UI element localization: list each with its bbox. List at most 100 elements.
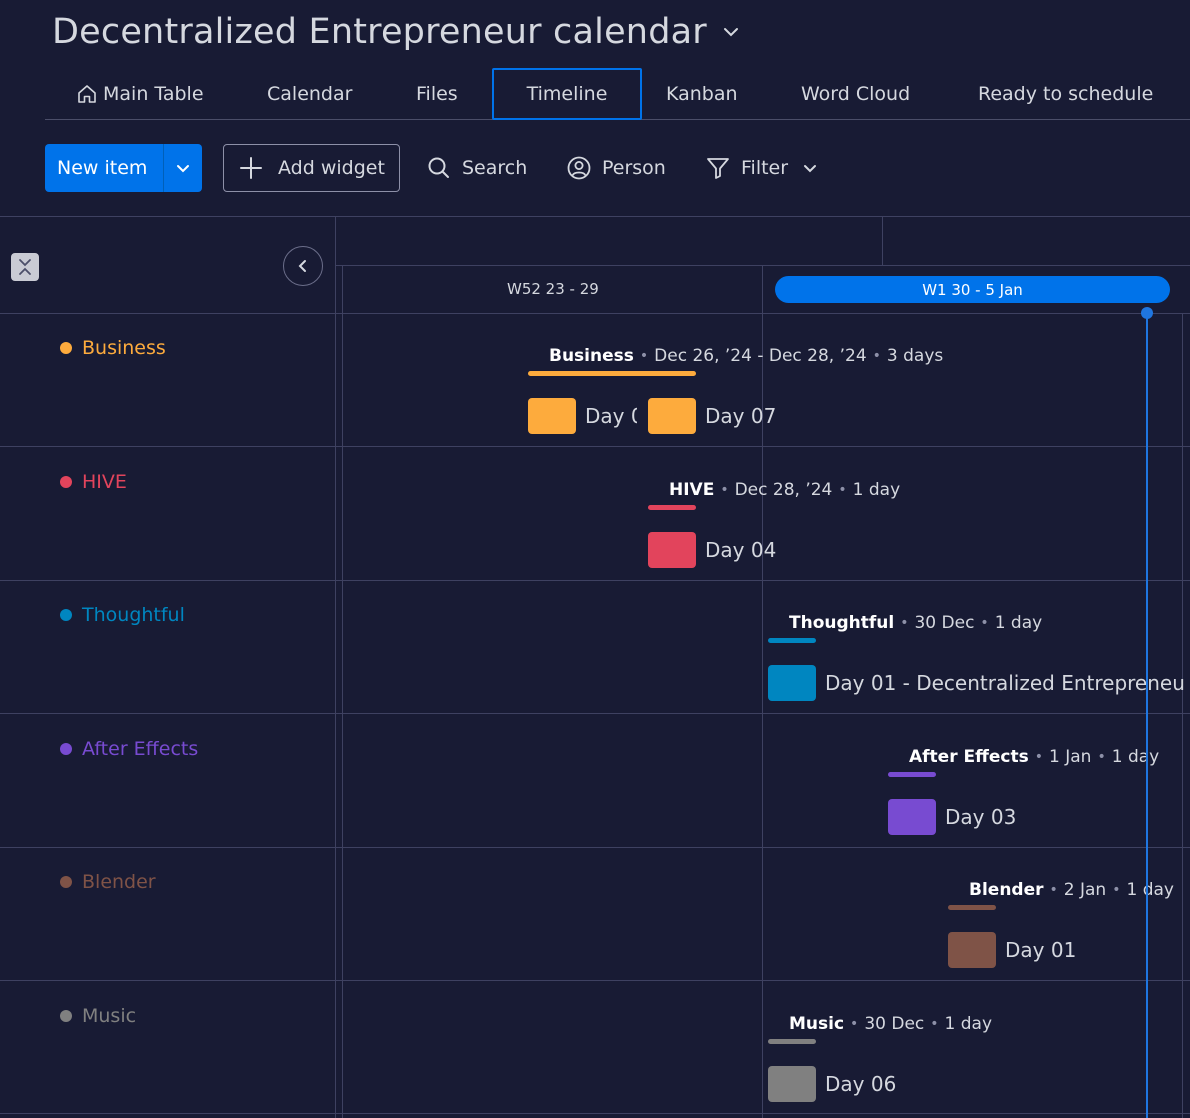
new-item-label: New item [57, 157, 148, 179]
summary-name: Thoughtful [789, 613, 895, 633]
divider [882, 216, 883, 265]
summary-name: HIVE [669, 480, 715, 500]
chevron-down-icon[interactable] [802, 160, 818, 176]
summary-duration: 1 day [1126, 880, 1174, 900]
person-filter-button[interactable]: Person [566, 144, 666, 192]
summary-dates: Dec 28, ’24 [734, 480, 833, 500]
summary-dates: 2 Jan [1063, 880, 1107, 900]
filter-button[interactable]: Filter [705, 144, 818, 192]
today-marker-line [1146, 313, 1148, 1118]
summary-duration: 1 day [1111, 747, 1160, 767]
new-item-button[interactable]: New item [45, 144, 202, 192]
add-widget-label: Add widget [278, 157, 385, 179]
summary-duration: 1 day [994, 613, 1043, 633]
group-summary: After Effects • 1 Jan • 1 day [909, 747, 1160, 767]
collapse-all-icon[interactable] [11, 253, 39, 281]
tab-label: Ready to schedule [978, 82, 1154, 105]
group-label: Business [82, 337, 166, 359]
divider [0, 713, 1190, 714]
timeline-item-bar[interactable] [528, 398, 576, 434]
timeline-item-bar[interactable] [948, 932, 996, 968]
group-label: Blender [82, 871, 156, 893]
group-name-blender[interactable]: Blender [60, 871, 156, 893]
tab-label: Kanban [666, 82, 738, 105]
timeline-item-label[interactable]: Day 06 [825, 1072, 896, 1096]
tab-main-table[interactable]: Main Table [76, 68, 204, 119]
group-summary: HIVE • Dec 28, ’24 • 1 day [669, 480, 901, 500]
group-summary: Music • 30 Dec • 1 day [789, 1014, 993, 1034]
group-label: After Effects [82, 738, 199, 760]
summary-duration: 1 day [852, 480, 901, 500]
group-color-dot [60, 876, 72, 888]
group-summary: Blender • 2 Jan • 1 day [969, 880, 1174, 900]
tab-timeline[interactable]: Timeline [492, 68, 642, 120]
group-span-bar[interactable] [648, 505, 696, 510]
group-span-bar[interactable] [888, 772, 936, 777]
group-name-hive[interactable]: HIVE [60, 471, 127, 493]
search-icon [426, 155, 452, 181]
summary-dates: Dec 26, ’24 - Dec 28, ’24 [654, 346, 867, 366]
timeline-item-bar[interactable] [648, 398, 696, 434]
group-span-bar[interactable] [768, 638, 816, 643]
group-color-dot [60, 1010, 72, 1022]
timeline-item-label[interactable]: Day 01 [1005, 938, 1076, 962]
timeline-item-bar[interactable] [888, 799, 936, 835]
timeline-item-bar[interactable] [648, 532, 696, 568]
group-label: Music [82, 1005, 137, 1027]
week-label: W52 23 - 29 [507, 280, 599, 298]
group-summary: Business • Dec 26, ’24 - Dec 28, ’24 • 3… [549, 346, 944, 366]
group-name-thoughtful[interactable]: Thoughtful [60, 604, 185, 626]
current-week-label: W1 30 - 5 Jan [775, 276, 1170, 303]
person-label: Person [602, 157, 666, 179]
divider [1182, 313, 1183, 1118]
summary-dates: 1 Jan [1049, 747, 1092, 767]
view-tabs: Main Table Calendar Files Timeline Kanba… [45, 68, 1190, 120]
tab-label: Calendar [267, 82, 353, 105]
tab-label: Files [416, 82, 458, 105]
summary-duration: 3 days [886, 346, 944, 366]
group-color-dot [60, 609, 72, 621]
person-icon [566, 155, 592, 181]
divider [0, 580, 1190, 581]
tab-ready-to-schedule[interactable]: Ready to schedule [978, 68, 1153, 119]
timeline-item-label[interactable]: Day 04 [705, 538, 776, 562]
summary-dates: 30 Dec [914, 613, 975, 633]
group-summary: Thoughtful • 30 Dec • 1 day [789, 613, 1043, 633]
timeline-item-bar[interactable] [768, 1066, 816, 1102]
timeline-item-label[interactable]: Day 03 [945, 805, 1016, 829]
summary-dates: 30 Dec [864, 1014, 925, 1034]
tab-label: Main Table [103, 82, 204, 105]
today-marker-dot [1141, 307, 1153, 319]
timeline-item-label[interactable]: Day 0 [585, 404, 637, 428]
collapse-panel-button[interactable] [283, 246, 323, 286]
chevron-left-icon [295, 258, 311, 274]
timeline-item-label[interactable]: Day 01 - Decentralized Entrepreneur [825, 671, 1185, 695]
group-name-after-effects[interactable]: After Effects [60, 738, 198, 760]
group-span-bar[interactable] [948, 905, 996, 910]
summary-duration: 1 day [944, 1014, 993, 1034]
search-button[interactable]: Search [426, 144, 527, 192]
filter-label: Filter [741, 157, 789, 179]
tab-calendar[interactable]: Calendar [267, 68, 352, 119]
group-name-music[interactable]: Music [60, 1005, 136, 1027]
timeline-item-label[interactable]: Day 07 [705, 404, 776, 428]
group-span-bar[interactable] [528, 371, 696, 376]
group-color-dot [60, 476, 72, 488]
group-name-business[interactable]: Business [60, 337, 166, 359]
group-color-dot [60, 342, 72, 354]
tab-files[interactable]: Files [416, 68, 458, 119]
divider [0, 980, 1190, 981]
board-title-area: Decentralized Entrepreneur calendar [52, 12, 751, 52]
divider [342, 265, 343, 1118]
divider [0, 847, 1190, 848]
divider [336, 265, 1190, 266]
chevron-down-icon[interactable] [711, 12, 751, 52]
group-span-bar[interactable] [768, 1039, 816, 1044]
board-title[interactable]: Decentralized Entrepreneur calendar [52, 12, 707, 52]
timeline-item-bar[interactable] [768, 665, 816, 701]
plus-icon [238, 155, 264, 181]
tab-kanban[interactable]: Kanban [666, 68, 738, 119]
add-widget-button[interactable]: Add widget [223, 144, 400, 192]
tab-word-cloud[interactable]: Word Cloud [801, 68, 910, 119]
chevron-down-icon[interactable] [164, 144, 202, 192]
